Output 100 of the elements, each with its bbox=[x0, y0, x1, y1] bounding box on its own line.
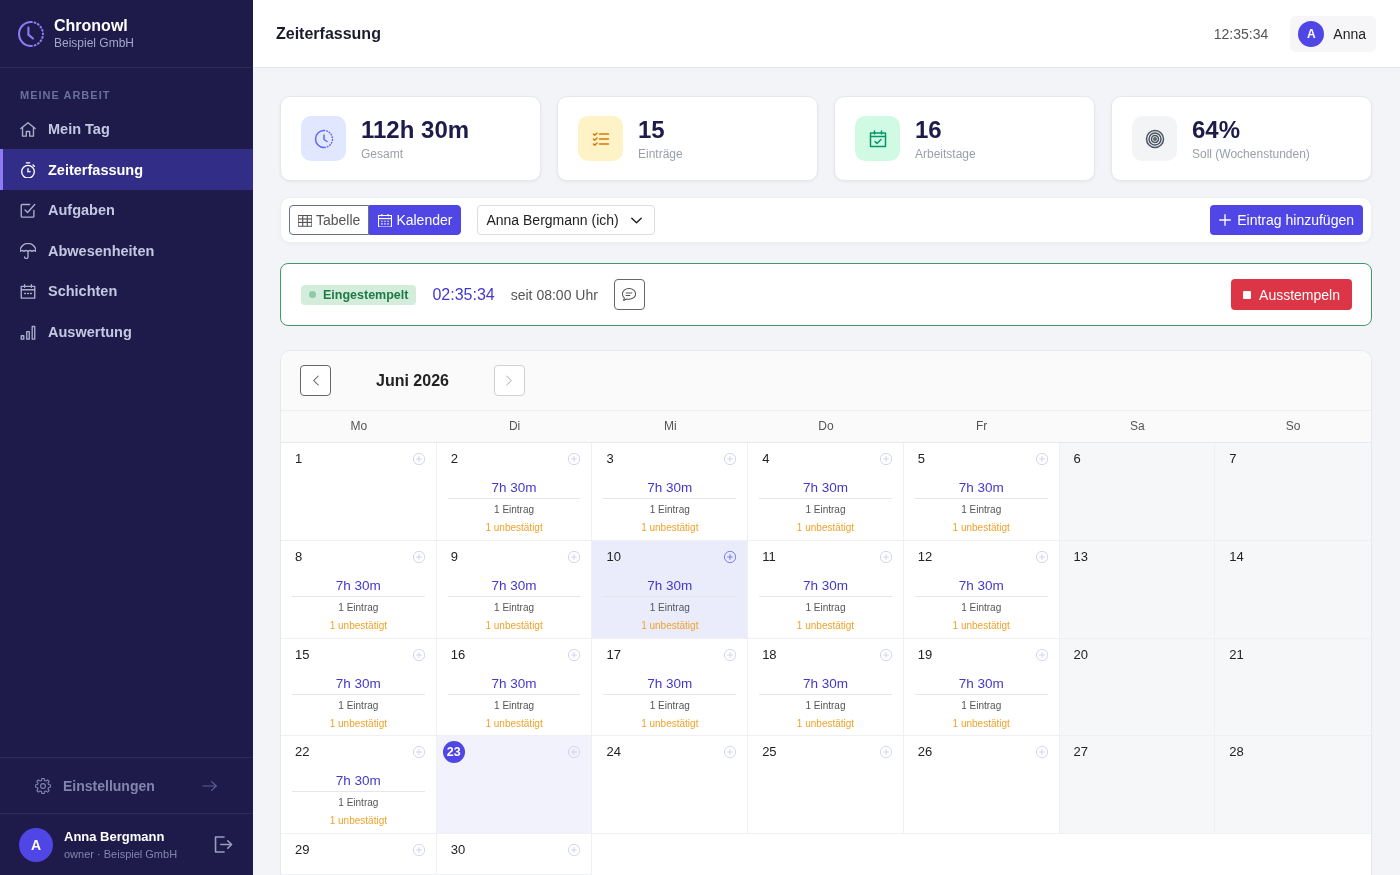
calendar-day[interactable]: 26 bbox=[903, 736, 1060, 834]
calendar-day[interactable]: 21 bbox=[1215, 639, 1371, 736]
entry-count: 1 Eintrag bbox=[493, 504, 536, 516]
add-circle-icon[interactable] bbox=[412, 844, 425, 856]
weekday-label: Fr bbox=[975, 418, 989, 435]
entry-hours: 7h 30m bbox=[801, 480, 849, 496]
add-circle-icon[interactable] bbox=[724, 551, 737, 563]
entry-count: 1 Eintrag bbox=[648, 504, 691, 516]
nav-item[interactable]: Auswertung bbox=[0, 311, 253, 352]
entry-count: 1 Eintrag bbox=[804, 504, 847, 516]
add-circle-icon[interactable] bbox=[879, 649, 892, 661]
view-tab[interactable]: Kalender bbox=[369, 205, 462, 235]
nav-item[interactable]: Aufgaben bbox=[0, 189, 253, 231]
calendar-day[interactable]: 19 7h 30m 1 Eintrag 1 unbestätigt bbox=[903, 639, 1060, 736]
stat-label: Soll (Wochenstunden) bbox=[1192, 147, 1310, 161]
add-circle-icon[interactable] bbox=[568, 746, 581, 758]
add-circle-icon[interactable] bbox=[724, 453, 737, 465]
entry-hours: 7h 30m bbox=[646, 480, 694, 496]
calendar-day[interactable]: 16 7h 30m 1 Eintrag 1 unbestätigt bbox=[436, 639, 593, 736]
entry-count: 1 Eintrag bbox=[493, 700, 536, 712]
entry-hours: 7h 30m bbox=[334, 578, 382, 594]
add-circle-icon[interactable] bbox=[879, 746, 892, 758]
calendar-day[interactable]: 25 bbox=[748, 736, 904, 834]
calendar-day[interactable]: 4 7h 30m 1 Eintrag 1 unbestätigt bbox=[748, 443, 904, 541]
entry-hours: 7h 30m bbox=[334, 676, 382, 692]
user-menu-button[interactable]: A Anna bbox=[1290, 15, 1376, 52]
add-circle-icon[interactable] bbox=[568, 551, 581, 563]
calendar-day[interactable]: 20 bbox=[1059, 639, 1216, 736]
speech-bubble-icon bbox=[622, 288, 637, 301]
add-circle-icon[interactable] bbox=[1035, 746, 1048, 758]
add-circle-icon[interactable] bbox=[412, 453, 425, 465]
entry-hours: 7h 30m bbox=[801, 578, 849, 594]
calendar-day[interactable]: 11 7h 30m 1 Eintrag 1 unbestätigt bbox=[748, 541, 904, 639]
day-number: 3 bbox=[605, 451, 614, 467]
entry-count: 1 Eintrag bbox=[804, 700, 847, 712]
stat-value: 64% bbox=[1192, 116, 1242, 144]
home-icon bbox=[20, 121, 36, 137]
nav-item[interactable]: Mein Tag bbox=[0, 108, 253, 150]
calendar-day[interactable]: 6 bbox=[1059, 443, 1216, 541]
chevron-down-icon bbox=[630, 216, 642, 224]
calendar-day[interactable]: 23 bbox=[436, 736, 593, 834]
add-circle-icon[interactable] bbox=[1035, 453, 1048, 465]
calendar-day[interactable]: 3 7h 30m 1 Eintrag 1 unbestätigt bbox=[592, 443, 749, 541]
unconfirmed-count: 1 unbestätigt bbox=[795, 718, 856, 730]
calendar-day[interactable]: 24 bbox=[592, 736, 749, 834]
add-circle-icon[interactable] bbox=[412, 551, 425, 563]
clock-out-button[interactable]: Ausstempeln bbox=[1231, 279, 1352, 310]
calendar-day[interactable]: 27 bbox=[1059, 736, 1216, 834]
add-circle-icon[interactable] bbox=[568, 844, 581, 856]
calendar-day[interactable]: 22 7h 30m 1 Eintrag 1 unbestätigt bbox=[281, 736, 437, 834]
calendar-day[interactable]: 10 7h 30m 1 Eintrag 1 unbestätigt bbox=[592, 541, 749, 639]
calendar-day[interactable]: 17 7h 30m 1 Eintrag 1 unbestätigt bbox=[592, 639, 749, 736]
add-circle-icon[interactable] bbox=[724, 746, 737, 758]
nav-item[interactable]: Zeiterfassung bbox=[0, 149, 253, 190]
employee-select[interactable]: Anna Bergmann (ich) bbox=[477, 205, 655, 235]
comment-button[interactable] bbox=[613, 279, 645, 310]
view-tab[interactable]: Tabelle bbox=[289, 205, 370, 235]
calendar-day[interactable]: 9 7h 30m 1 Eintrag 1 unbestätigt bbox=[436, 541, 593, 639]
stat-value: 15 bbox=[638, 116, 666, 144]
add-circle-icon[interactable] bbox=[879, 551, 892, 563]
calendar-day[interactable]: 14 bbox=[1215, 541, 1371, 639]
calendar-day[interactable]: 29 bbox=[281, 834, 437, 875]
add-circle-icon[interactable] bbox=[724, 649, 737, 661]
elapsed-time: 02:35:34 bbox=[432, 285, 495, 304]
entry-count: 1 Eintrag bbox=[337, 602, 380, 614]
add-entry-button[interactable]: Eintrag hinzufügen bbox=[1210, 205, 1363, 235]
add-circle-icon[interactable] bbox=[1035, 551, 1048, 563]
calendar-day[interactable]: 5 7h 30m 1 Eintrag 1 unbestätigt bbox=[903, 443, 1060, 541]
entry-hours: 7h 30m bbox=[490, 578, 538, 594]
nav-item[interactable]: Abwesenheiten bbox=[0, 230, 253, 271]
calendar-icon bbox=[20, 283, 36, 299]
entry-count: 1 Eintrag bbox=[337, 700, 380, 712]
calendar-day[interactable]: 30 bbox=[436, 834, 593, 875]
calendar-day[interactable]: 8 7h 30m 1 Eintrag 1 unbestätigt bbox=[281, 541, 437, 639]
weekday-label: Mo bbox=[349, 418, 369, 435]
calendar-day[interactable]: 12 7h 30m 1 Eintrag 1 unbestätigt bbox=[903, 541, 1060, 639]
unconfirmed-count: 1 unbestätigt bbox=[951, 718, 1011, 730]
previous-month-button[interactable] bbox=[300, 365, 331, 396]
unconfirmed-count: 1 unbestätigt bbox=[640, 718, 700, 730]
day-number: 28 bbox=[1228, 744, 1244, 760]
add-circle-icon[interactable] bbox=[879, 453, 892, 465]
entry-hours: 7h 30m bbox=[957, 676, 1005, 692]
nav-item[interactable]: Schichten bbox=[0, 270, 253, 312]
unconfirmed-count: 1 unbestätigt bbox=[328, 815, 388, 827]
add-circle-icon[interactable] bbox=[412, 649, 425, 661]
calendar-day[interactable]: 7 bbox=[1215, 443, 1371, 541]
logout-button[interactable] bbox=[214, 836, 233, 853]
calendar-day[interactable]: 13 bbox=[1059, 541, 1216, 639]
calendar-day[interactable]: 1 bbox=[281, 443, 437, 541]
calendar-day[interactable]: 18 7h 30m 1 Eintrag 1 unbestätigt bbox=[748, 639, 904, 736]
company-name: Beispiel GmbH bbox=[54, 36, 135, 51]
add-circle-icon[interactable] bbox=[568, 453, 581, 465]
calendar-day[interactable]: 15 7h 30m 1 Eintrag 1 unbestätigt bbox=[281, 639, 437, 736]
add-circle-icon[interactable] bbox=[412, 746, 425, 758]
calendar-day[interactable]: 2 7h 30m 1 Eintrag 1 unbestätigt bbox=[436, 443, 593, 541]
calendar-day[interactable]: 28 bbox=[1215, 736, 1371, 834]
stopwatch-icon bbox=[20, 161, 36, 178]
entry-count: 1 Eintrag bbox=[337, 797, 380, 809]
add-circle-icon[interactable] bbox=[1035, 649, 1048, 661]
add-circle-icon[interactable] bbox=[568, 649, 581, 661]
